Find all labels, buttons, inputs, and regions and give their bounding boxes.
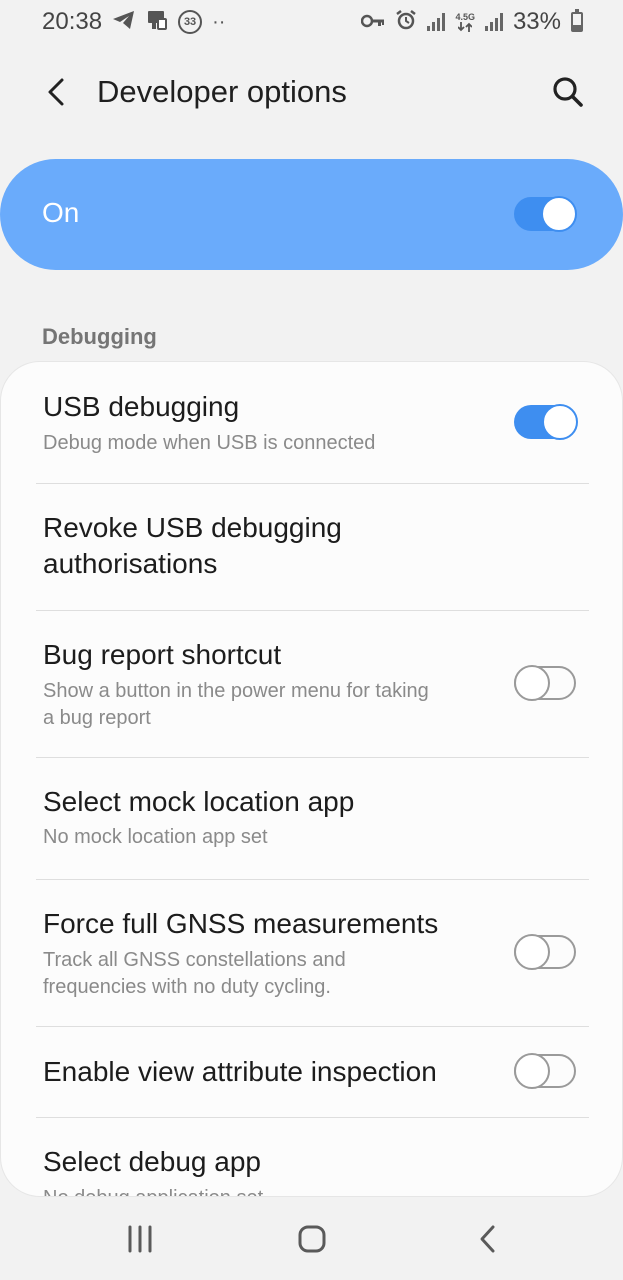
more-dots-icon: ·· [212, 11, 226, 33]
list-item-select-mock-location-app[interactable]: Select mock location app No mock locatio… [1, 758, 622, 879]
usb-debugging-toggle[interactable] [514, 404, 578, 440]
signal-2-icon [484, 13, 503, 31]
chevron-left-icon [48, 78, 64, 106]
toggle-knob [542, 404, 578, 440]
status-bar: 20:38 33 ·· 4.5G 33% [0, 0, 623, 44]
network-type-icon: 4.5G [455, 11, 475, 32]
toggle-knob [514, 934, 550, 970]
back-button[interactable] [36, 72, 76, 112]
navigation-bar [0, 1197, 623, 1280]
status-bar-left: 20:38 33 ·· [42, 8, 225, 36]
item-title: USB debugging [43, 391, 240, 422]
home-button[interactable] [290, 1217, 334, 1261]
list-item-force-full-gnss[interactable]: Force full GNSS measurements Track all G… [1, 880, 622, 1026]
item-subtitle-line-1: Show a button in the power menu for taki… [43, 680, 429, 702]
section-label-debugging: Debugging [42, 324, 157, 349]
vpn-key-icon [361, 12, 385, 32]
item-subtitle: No mock location app set [43, 826, 268, 848]
notification-icon [146, 9, 168, 35]
back-nav-icon [480, 1225, 495, 1253]
master-switch-bar[interactable]: On [0, 159, 623, 270]
recent-apps-button[interactable] [118, 1217, 162, 1261]
home-icon [298, 1225, 326, 1253]
back-nav-button[interactable] [466, 1217, 510, 1261]
bug-report-shortcut-toggle[interactable] [514, 665, 576, 701]
status-bar-right: 4.5G 33% [361, 8, 583, 36]
item-subtitle: Debug mode when USB is connected [43, 432, 376, 454]
telegram-icon [112, 10, 136, 34]
item-title: Bug report shortcut [43, 639, 282, 670]
search-button[interactable] [546, 70, 590, 114]
item-title-line-1: Revoke USB debugging [43, 512, 342, 543]
view-attribute-inspection-toggle[interactable] [514, 1053, 576, 1089]
list-item-select-debug-app[interactable]: Select debug app No debug application se… [1, 1118, 622, 1196]
master-switch-label: On [42, 197, 80, 228]
toggle-knob [541, 196, 577, 232]
item-subtitle: No debug application set [43, 1185, 263, 1196]
toggle-knob [514, 665, 550, 701]
list-item-revoke-usb-authorisations[interactable]: Revoke USB debugging authorisations [1, 484, 622, 610]
item-title: Force full GNSS measurements [43, 908, 439, 939]
item-title-line-2: authorisations [43, 548, 218, 579]
battery-fill [573, 24, 581, 30]
search-icon [553, 77, 583, 107]
list-item-view-attribute-inspection[interactable]: Enable view attribute inspection [1, 1027, 622, 1117]
item-subtitle-line-2: a bug report [43, 707, 151, 729]
item-title: Enable view attribute inspection [43, 1056, 437, 1087]
network-type-label: 4.5G [455, 11, 475, 22]
item-title: Select mock location app [43, 786, 355, 817]
item-subtitle-line-2: frequencies with no duty cycling. [43, 976, 331, 998]
debugging-card: USB debugging Debug mode when USB is con… [0, 361, 623, 1197]
app-header: Developer options [0, 60, 623, 124]
battery-icon [571, 9, 583, 32]
status-time: 20:38 [42, 8, 103, 35]
force-full-gnss-toggle[interactable] [514, 934, 576, 970]
list-item-bug-report-shortcut[interactable]: Bug report shortcut Show a button in the… [1, 611, 622, 757]
item-subtitle-line-1: Track all GNSS constellations and [43, 949, 346, 971]
signal-1-icon [427, 13, 446, 31]
list-item-usb-debugging[interactable]: USB debugging Debug mode when USB is con… [1, 362, 622, 483]
circle-33-icon: 33 [178, 10, 203, 34]
battery-percent: 33% [512, 8, 561, 35]
item-title: Select debug app [43, 1146, 261, 1177]
master-toggle[interactable] [514, 196, 577, 232]
recent-apps-icon [128, 1225, 152, 1253]
alarm-icon [395, 9, 417, 35]
toggle-knob [514, 1053, 550, 1089]
page-title: Developer options [97, 74, 347, 109]
